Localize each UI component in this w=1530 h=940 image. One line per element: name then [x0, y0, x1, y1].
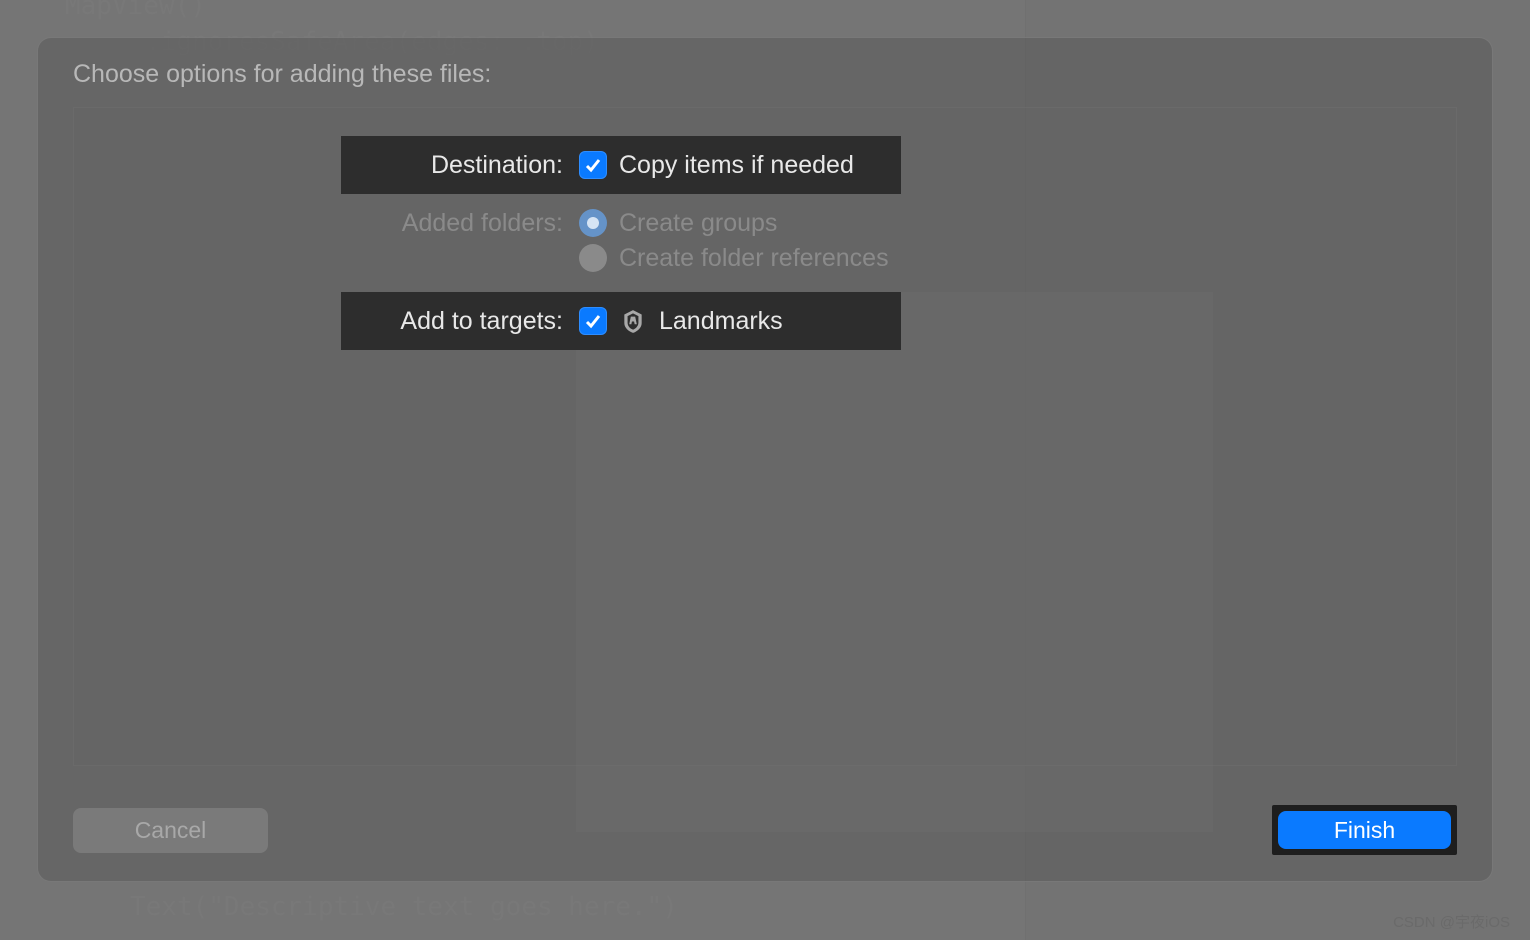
destination-row: Destination: Copy items if needed [341, 136, 901, 194]
code-line: Text("Descriptive text goes here.") [130, 889, 678, 925]
create-folder-references-radio[interactable] [579, 244, 607, 272]
added-folders-row-2: Create folder references [341, 234, 901, 282]
copy-items-checkbox[interactable] [579, 151, 607, 179]
destination-label: Destination: [341, 151, 573, 180]
finish-button-highlight: Finish [1272, 805, 1457, 855]
checkmark-icon [583, 155, 603, 175]
checkmark-icon [583, 311, 603, 331]
target-landmarks-checkbox[interactable] [579, 307, 607, 335]
targets-list-well [576, 292, 1213, 832]
add-to-targets-row: Add to targets: Landmarks [341, 292, 901, 350]
add-files-dialog: Choose options for adding these files: D… [37, 37, 1493, 882]
copy-items-label: Copy items if needed [619, 151, 854, 180]
dialog-button-bar: Cancel Finish [73, 805, 1457, 855]
create-folder-references-label: Create folder references [619, 244, 889, 273]
target-landmarks-label: Landmarks [659, 307, 783, 336]
options-panel: Destination: Copy items if needed Added … [73, 107, 1457, 766]
add-to-targets-label: Add to targets: [341, 307, 573, 336]
create-groups-radio[interactable] [579, 209, 607, 237]
watermark-text: CSDN @宇夜iOS [1393, 911, 1510, 932]
finish-button[interactable]: Finish [1278, 811, 1451, 849]
code-line: MapView() [65, 0, 206, 24]
cancel-button[interactable]: Cancel [73, 808, 268, 853]
app-target-icon [619, 307, 647, 335]
dialog-title: Choose options for adding these files: [73, 60, 1457, 89]
